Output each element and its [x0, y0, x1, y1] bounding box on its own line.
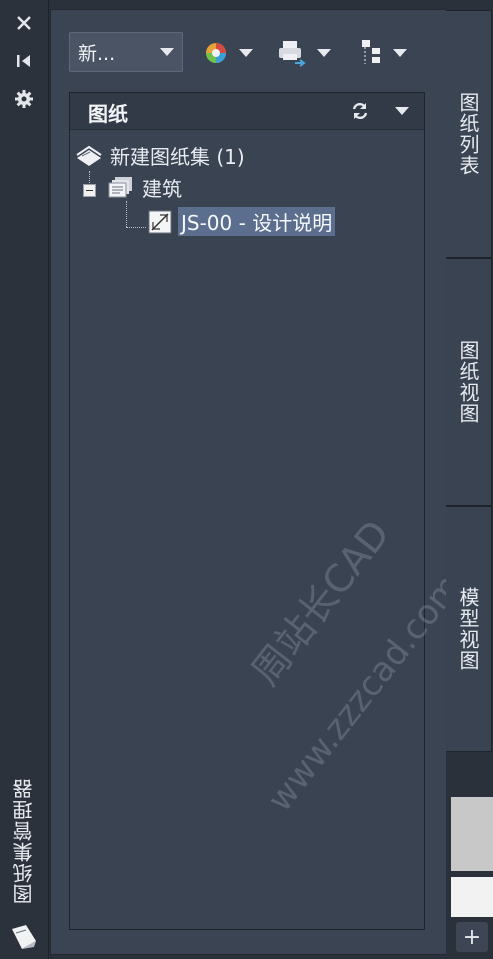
tab-label: 图纸视图: [456, 340, 480, 424]
sheet-icon: [148, 210, 172, 234]
publish-icon: [279, 41, 306, 67]
tab-label: 模型视图: [456, 587, 480, 671]
sheet-set-node-icon: [74, 144, 104, 168]
tree-connector: [126, 201, 127, 227]
add-button[interactable]: +: [456, 922, 488, 952]
toolbar: 新...: [51, 10, 447, 92]
sheet-tree: 图纸 新建图纸集 (1) 建筑 JS-00 - 设计说明 周站长CAD www.…: [69, 92, 469, 930]
tree-connector: [126, 227, 146, 228]
autohide-icon[interactable]: [11, 48, 37, 74]
palette-title: 图纸集管理器: [12, 778, 36, 904]
publish-tool-button[interactable]: [277, 38, 331, 68]
subset-icon: [108, 176, 136, 200]
sheetset-dropdown-value: 新...: [78, 42, 116, 65]
tab-model-views[interactable]: 模型视图: [446, 506, 492, 752]
tree-node-sheetset[interactable]: 新建图纸集 (1): [74, 141, 245, 170]
tree-header: 图纸: [70, 93, 424, 130]
watermark-line1: 周站长CAD: [243, 511, 399, 694]
sheet-selection-tool-button[interactable]: [359, 38, 407, 68]
sheet-selection-icon: [362, 40, 380, 64]
tab-sheet-list[interactable]: 图纸列表: [446, 10, 492, 258]
palette-titlebar: 图纸集管理器: [0, 0, 49, 959]
tree-node-label: 新建图纸集 (1): [110, 145, 245, 169]
chevron-down-icon: [317, 49, 331, 57]
tree-node-subset[interactable]: 建筑: [108, 173, 182, 202]
sheet-list-panel: 新... 图纸 新建图纸集 (1) 建筑 JS-00 - 设计说明 周站长CAD…: [50, 9, 469, 955]
close-icon[interactable]: [11, 10, 37, 36]
sheet-set-icon: [206, 43, 226, 63]
background-panel: [451, 797, 493, 871]
tree-node-label: 建筑: [142, 177, 182, 201]
chevron-down-icon[interactable]: [395, 107, 409, 115]
chevron-down-icon: [393, 49, 407, 57]
chevron-down-icon: [160, 48, 174, 56]
chevron-down-icon: [239, 49, 253, 57]
tab-label: 图纸列表: [456, 92, 480, 176]
tree-node-label: JS-00 - 设计说明: [178, 207, 336, 236]
refresh-icon[interactable]: [350, 101, 370, 125]
collapse-icon[interactable]: [83, 184, 96, 197]
tree-node-sheet[interactable]: JS-00 - 设计说明: [148, 207, 336, 236]
gear-icon[interactable]: [11, 86, 37, 112]
tree-header-title: 图纸: [88, 102, 128, 126]
background-panel: [451, 877, 493, 917]
sheetset-dropdown[interactable]: 新...: [69, 32, 183, 72]
sheet-set-tool-button[interactable]: [203, 38, 253, 68]
document-icon: [8, 921, 40, 953]
tab-sheet-views[interactable]: 图纸视图: [446, 258, 492, 506]
